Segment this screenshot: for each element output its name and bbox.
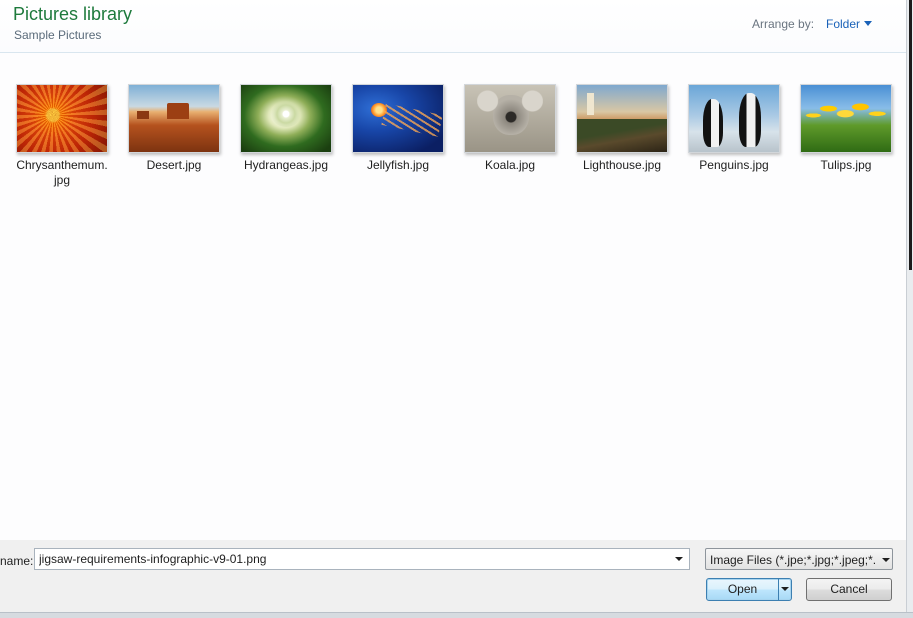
chevron-down-icon [675,557,683,561]
open-split-dropdown[interactable] [778,579,792,600]
dialog-footer: name: Image Files (*.jpe;*.jpg;*.jpeg;*.… [0,540,906,612]
file-item[interactable]: Chrysanthemum. jpg [10,80,114,188]
window-frame-bottom [0,612,913,618]
file-item[interactable]: Lighthouse.jpg [570,80,674,173]
file-type-filter[interactable]: Image Files (*.jpe;*.jpg;*.jpeg;*. [705,548,893,570]
filename-input[interactable] [35,549,673,569]
file-item[interactable]: Desert.jpg [122,80,226,173]
file-label: Koala.jpg [484,158,536,172]
cancel-button[interactable]: Cancel [806,578,892,601]
library-title: Pictures library [13,4,133,24]
tulips-thumbnail [800,84,892,153]
hydrangeas-thumbnail [240,84,332,153]
file-item[interactable]: Jellyfish.jpg [346,80,450,173]
jellyfish-thumbnail [352,84,444,153]
window-frame-right [906,0,913,617]
chevron-down-icon [882,558,890,562]
file-grid: Chrysanthemum. jpg Desert.jpg Hydrangeas… [10,80,902,530]
background-window-edge [909,0,912,270]
chevron-down-icon [781,587,789,591]
file-label: Tulips.jpg [820,158,872,172]
chrysanthemum-thumbnail [16,84,108,153]
file-label: Hydrangeas.jpg [243,158,329,172]
arrange-by-label: Arrange by: [752,17,815,31]
filename-label: name: [0,554,34,568]
library-header: Pictures library Sample Pictures Arrange… [0,0,906,53]
chevron-down-icon[interactable] [864,21,872,26]
file-label: Lighthouse.jpg [582,158,662,172]
library-subtitle: Sample Pictures [14,28,102,42]
file-label: Penguins.jpg [699,158,769,172]
open-button-label[interactable]: Open [707,579,778,600]
file-item[interactable]: Hydrangeas.jpg [234,80,338,173]
filename-dropdown-button[interactable] [671,551,687,567]
penguins-thumbnail [688,84,780,153]
file-item[interactable]: Koala.jpg [458,80,562,173]
file-item[interactable]: Tulips.jpg [794,80,898,173]
lighthouse-thumbnail [576,84,668,153]
file-item[interactable]: Penguins.jpg [682,80,786,173]
file-label: Jellyfish.jpg [366,158,430,172]
arrange-by-dropdown[interactable]: Folder [826,17,860,31]
file-label: Chrysanthemum. jpg [16,158,108,187]
filename-combobox[interactable] [34,548,690,570]
open-button[interactable]: Open [706,578,792,601]
koala-thumbnail [464,84,556,153]
desert-thumbnail [128,84,220,153]
file-type-filter-value: Image Files (*.jpe;*.jpg;*.jpeg;*. [710,553,876,567]
file-label: Desert.jpg [146,158,202,172]
